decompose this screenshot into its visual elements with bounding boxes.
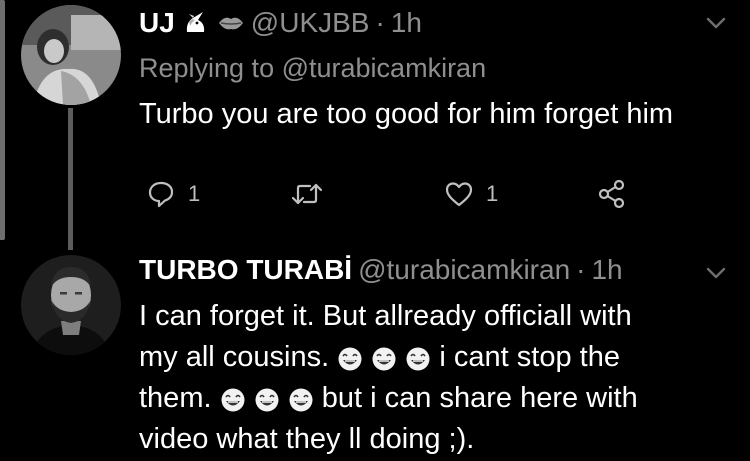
text-fragment: my all cousins.: [139, 341, 330, 373]
reply-mention-link[interactable]: @turabicamkiran: [282, 53, 486, 83]
display-name[interactable]: TURBO TURABİ: [139, 254, 352, 286]
avatar[interactable]: [21, 255, 121, 355]
lips-icon: [217, 13, 245, 33]
tweet-header: TURBO TURABİ @turabicamkiran · 1h: [139, 254, 623, 286]
retweet-icon: [290, 179, 324, 209]
like-button[interactable]: 1: [444, 179, 498, 209]
chevron-down-icon[interactable]: [706, 16, 726, 30]
heart-icon: [444, 179, 474, 209]
replying-to-label: Replying to: [139, 53, 275, 83]
unicorn-icon: [183, 10, 209, 36]
tweet-text-line: them. but i can share here with: [139, 378, 729, 419]
laughing-emoji-icon: [372, 347, 396, 371]
laughing-emoji-icon: [221, 388, 245, 412]
laughing-emoji-icon: [289, 388, 313, 412]
thread-line: [68, 240, 73, 250]
reply-tweet[interactable]: UJ @UKJBB · 1h Replying to @turabicamkir…: [0, 0, 750, 240]
reply-button[interactable]: 1: [146, 179, 200, 209]
share-icon: [597, 178, 627, 210]
text-fragment: i cant stop the: [439, 341, 620, 373]
thread-line: [68, 108, 73, 240]
display-name[interactable]: UJ: [139, 7, 175, 39]
laughing-emoji-icon: [255, 388, 279, 412]
chevron-down-icon[interactable]: [706, 266, 726, 280]
handle[interactable]: @turabicamkiran: [358, 254, 570, 286]
laughing-emoji-icon: [338, 347, 362, 371]
action-bar: 1 1: [0, 178, 750, 214]
avatar[interactable]: [21, 5, 121, 105]
text-fragment: but i can share here with: [321, 382, 638, 414]
tweet-text-line: I can forget it. But allready officiall …: [139, 300, 632, 332]
reply-icon: [146, 179, 176, 209]
separator-dot: ·: [576, 254, 586, 285]
separator-dot: ·: [375, 7, 385, 38]
tweet-header: UJ @UKJBB · 1h: [139, 7, 422, 39]
handle[interactable]: @UKJBB: [251, 7, 370, 39]
laughing-emoji-group: [220, 382, 322, 414]
like-count: 1: [486, 181, 499, 206]
tweet-text: Turbo you are too good for him forget hi…: [139, 98, 674, 130]
tweet-text-line: my all cousins. i cant stop the: [139, 337, 729, 378]
author-reply-tweet[interactable]: TURBO TURABİ @turabicamkiran · 1h I can …: [0, 240, 750, 461]
text-fragment: them.: [139, 382, 212, 414]
tweet-text-line: video what they ll doing ;).: [139, 423, 475, 455]
timestamp[interactable]: 1h: [591, 254, 622, 286]
retweet-button[interactable]: [290, 179, 336, 209]
timestamp[interactable]: 1h: [391, 7, 422, 39]
share-button[interactable]: [597, 178, 627, 210]
laughing-emoji-icon: [406, 347, 430, 371]
replying-to: Replying to @turabicamkiran: [139, 53, 486, 84]
reply-count: 1: [188, 181, 201, 206]
laughing-emoji-group: [337, 341, 439, 373]
tweet-text: I can forget it. But allready officiall …: [139, 296, 729, 460]
